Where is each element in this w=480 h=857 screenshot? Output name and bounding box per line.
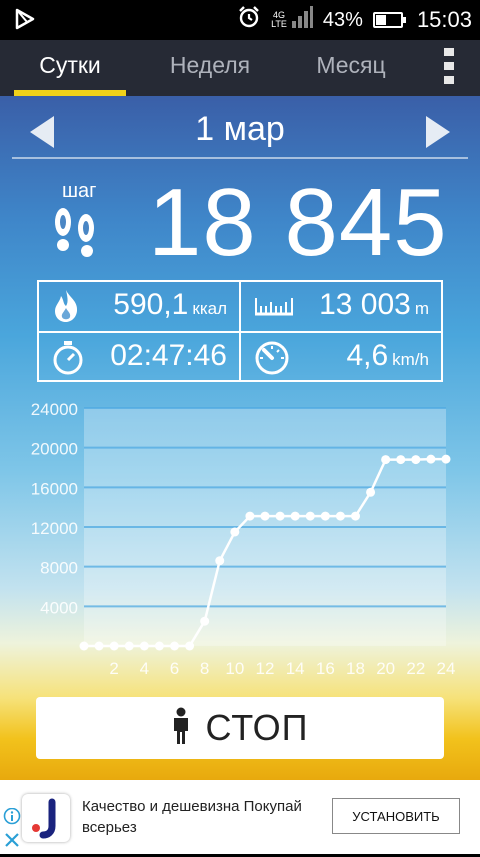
x-tick-label: 2 <box>109 659 118 678</box>
alarm-icon <box>237 5 261 35</box>
ad-install-button[interactable]: УСТАНОВИТЬ <box>332 798 460 834</box>
person-icon <box>171 707 191 750</box>
y-tick-label: 24000 <box>31 400 78 419</box>
stats-grid: 590,1 ккал 13 003 m 02:47:46 4,6 km/h <box>37 280 443 382</box>
next-day-arrow-icon[interactable] <box>426 116 450 148</box>
data-point <box>200 616 210 626</box>
data-point <box>320 511 330 521</box>
stop-label: СТОП <box>205 707 309 748</box>
data-point <box>260 511 270 521</box>
battery-percent: 43% <box>322 8 363 31</box>
stopwatch-icon <box>51 339 85 380</box>
y-tick-label: 4000 <box>40 598 78 617</box>
data-point <box>230 527 240 537</box>
tab-indicator <box>14 90 126 96</box>
flame-icon <box>51 288 81 329</box>
play-store-icon <box>14 8 36 35</box>
duration-cell: 02:47:46 <box>39 333 239 381</box>
steps-label: шаг <box>62 180 97 202</box>
data-point <box>94 641 104 651</box>
calories-value: 590,1 <box>113 288 189 321</box>
data-point <box>335 511 345 521</box>
data-point <box>351 511 360 521</box>
x-tick-label: 22 <box>406 659 425 678</box>
x-tick-label: 16 <box>316 659 335 678</box>
data-point <box>170 641 179 651</box>
x-tick-label: 12 <box>256 659 275 678</box>
data-point <box>411 455 421 465</box>
ad-info-icons[interactable] <box>2 807 22 857</box>
stop-button[interactable]: СТОП <box>36 697 444 759</box>
steps-chart: 40008000120001600020000240002 4 6 8 10 12 14 16… <box>31 400 456 678</box>
x-tick-label: 18 <box>346 659 365 678</box>
data-point <box>124 641 134 651</box>
data-point <box>185 641 195 651</box>
data-point <box>426 454 436 464</box>
data-point <box>215 556 225 566</box>
clock: 15:03 <box>416 7 472 32</box>
data-point <box>396 455 406 465</box>
distance-cell: 13 003 m <box>241 282 441 330</box>
footprints-icon <box>50 204 100 265</box>
date-divider <box>12 157 468 159</box>
y-tick-label: 12000 <box>31 519 78 538</box>
x-tick-label: 8 <box>200 659 209 678</box>
data-point <box>366 487 376 497</box>
network-subtype: LTE <box>271 19 287 29</box>
overflow-menu-icon[interactable] <box>444 48 456 84</box>
date-label: 1 мар <box>195 110 285 148</box>
data-point <box>245 511 255 521</box>
steps-count: 18 845 <box>148 169 448 276</box>
battery-icon <box>372 12 406 28</box>
x-tick-label: 10 <box>225 659 244 678</box>
data-point <box>441 454 451 464</box>
network-badge: 4G LTE <box>271 11 287 29</box>
x-tick-label: 14 <box>286 659 305 678</box>
status-bar: 4G LTE 43% 15:03 <box>0 0 480 40</box>
signal-icon <box>291 5 313 35</box>
date-navigation: 1 мар <box>0 104 480 158</box>
data-point <box>305 511 315 521</box>
data-point <box>79 641 89 651</box>
y-tick-label: 8000 <box>40 559 78 578</box>
speed-cell: 4,6 km/h <box>241 333 441 381</box>
tab-week[interactable]: Неделя <box>150 40 270 96</box>
data-point <box>290 511 300 521</box>
data-point <box>275 511 285 521</box>
data-point <box>381 455 391 465</box>
distance-unit: m <box>414 299 429 318</box>
data-point <box>154 641 164 651</box>
speed-value: 4,6 <box>346 339 389 372</box>
calories-unit: ккал <box>192 299 227 318</box>
data-point <box>139 641 149 651</box>
calories-cell: 590,1 ккал <box>39 282 239 330</box>
x-tick-label: 20 <box>376 659 395 678</box>
distance-value: 13 003 <box>319 288 411 321</box>
tab-day[interactable]: Сутки <box>14 40 126 96</box>
x-tick-label: 4 <box>140 659 149 678</box>
x-tick-label: 6 <box>170 659 179 678</box>
y-tick-label: 16000 <box>31 479 78 498</box>
ruler-icon <box>253 288 295 323</box>
x-tick-label: 24 <box>437 659 456 678</box>
ad-app-logo-icon[interactable] <box>22 794 70 842</box>
ad-banner[interactable]: Качество и дешевизна Покупай всерьез УСТ… <box>0 780 480 854</box>
ad-text[interactable]: Качество и дешевизна Покупай всерьез <box>82 796 322 838</box>
speedometer-icon <box>253 339 291 380</box>
speed-unit: km/h <box>392 350 429 369</box>
tab-month[interactable]: Месяц <box>296 40 406 96</box>
duration-value: 02:47:46 <box>110 339 227 372</box>
y-tick-label: 20000 <box>31 440 78 459</box>
data-point <box>109 641 119 651</box>
